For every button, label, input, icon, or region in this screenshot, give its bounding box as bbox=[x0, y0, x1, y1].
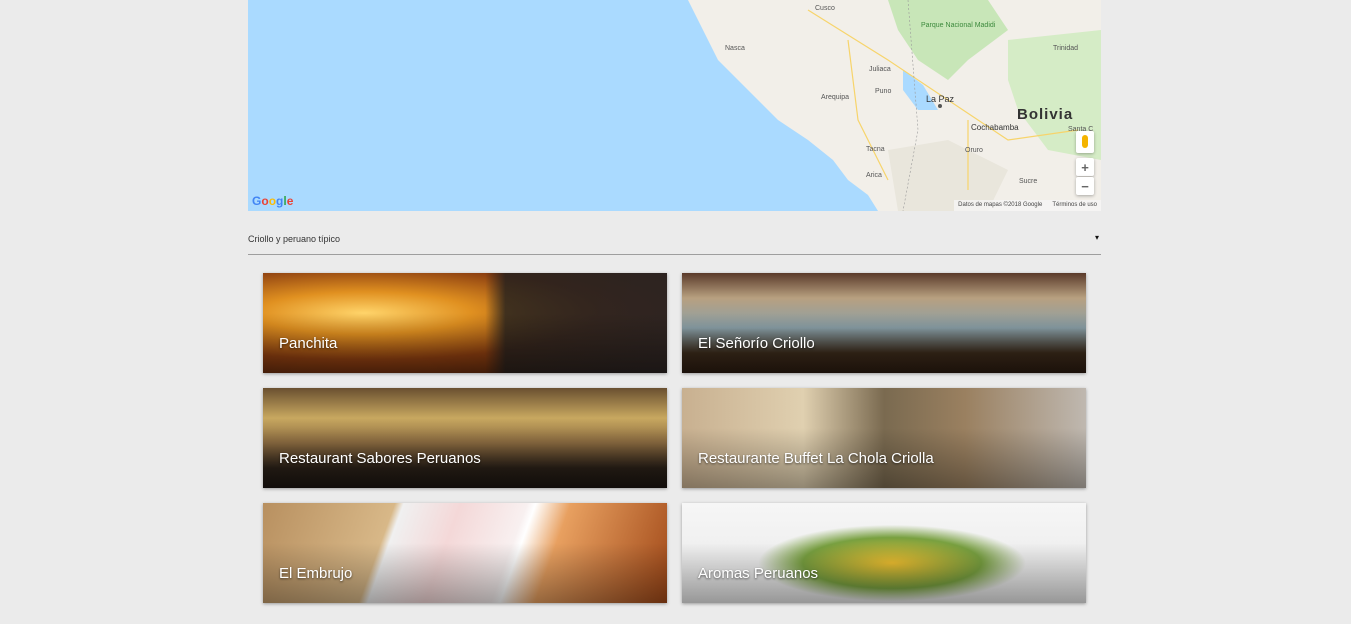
map-label-lapaz: La Paz bbox=[926, 94, 955, 104]
restaurant-name: Restaurant Sabores Peruanos bbox=[279, 450, 481, 467]
restaurant-name: El Embrujo bbox=[279, 565, 353, 582]
map-label-cusco: Cusco bbox=[815, 5, 835, 12]
map-label-puno: Puno bbox=[875, 88, 892, 95]
restaurant-card-aromas-peruanos[interactable]: Aromas Peruanos bbox=[682, 503, 1086, 603]
restaurant-card-senorio-criollo[interactable]: El Señorío Criollo bbox=[682, 273, 1086, 373]
dropdown-arrow-icon: ▾ bbox=[1094, 233, 1099, 242]
map-label-parque: Parque Nacional Madidi bbox=[921, 22, 996, 29]
map-attribution: Datos de mapas ©2018 Google Términos de … bbox=[954, 200, 1101, 211]
map[interactable]: Cusco Parque Nacional Madidi Trinidad Na… bbox=[248, 0, 1101, 211]
map-data-credit: Datos de mapas ©2018 Google bbox=[958, 202, 1043, 208]
zoom-out-button[interactable]: − bbox=[1076, 177, 1094, 195]
restaurant-name: Panchita bbox=[279, 335, 338, 352]
map-dot-lapaz bbox=[938, 104, 942, 108]
map-label-sucre: Sucre bbox=[1019, 178, 1038, 185]
pegman-icon[interactable] bbox=[1076, 131, 1094, 153]
restaurant-card-el-embrujo[interactable]: El Embrujo bbox=[263, 503, 667, 603]
cuisine-select[interactable]: Criollo y peruano típico ▾ bbox=[248, 231, 1101, 255]
map-label-oruro: Oruro bbox=[965, 147, 983, 154]
restaurant-name: Restaurante Buffet La Chola Criolla bbox=[698, 450, 934, 467]
map-terms-link[interactable]: Términos de uso bbox=[1052, 200, 1097, 211]
map-label-trinidad: Trinidad bbox=[1053, 45, 1079, 52]
cuisine-select-value: Criollo y peruano típico bbox=[248, 234, 341, 244]
map-label-tacna: Tacna bbox=[866, 146, 885, 153]
map-label-cochabamba: Cochabamba bbox=[971, 123, 1019, 132]
restaurant-name: Aromas Peruanos bbox=[698, 565, 819, 582]
restaurant-card-panchita[interactable]: Panchita bbox=[263, 273, 667, 373]
map-label-juliaca: Juliaca bbox=[869, 66, 891, 73]
restaurant-name: El Señorío Criollo bbox=[698, 335, 815, 352]
restaurant-card-la-chola-criolla[interactable]: Restaurante Buffet La Chola Criolla bbox=[682, 388, 1086, 488]
map-label-nasca: Nasca bbox=[725, 45, 745, 52]
restaurant-card-sabores-peruanos[interactable]: Restaurant Sabores Peruanos bbox=[263, 388, 667, 488]
map-land bbox=[688, 0, 1101, 211]
map-label-bolivia: Bolivia bbox=[1017, 106, 1074, 123]
map-label-arica: Arica bbox=[866, 172, 882, 179]
google-logo[interactable]: Google bbox=[252, 194, 293, 208]
map-label-arequipa: Arequipa bbox=[821, 94, 850, 101]
zoom-in-button[interactable]: + bbox=[1076, 158, 1094, 176]
